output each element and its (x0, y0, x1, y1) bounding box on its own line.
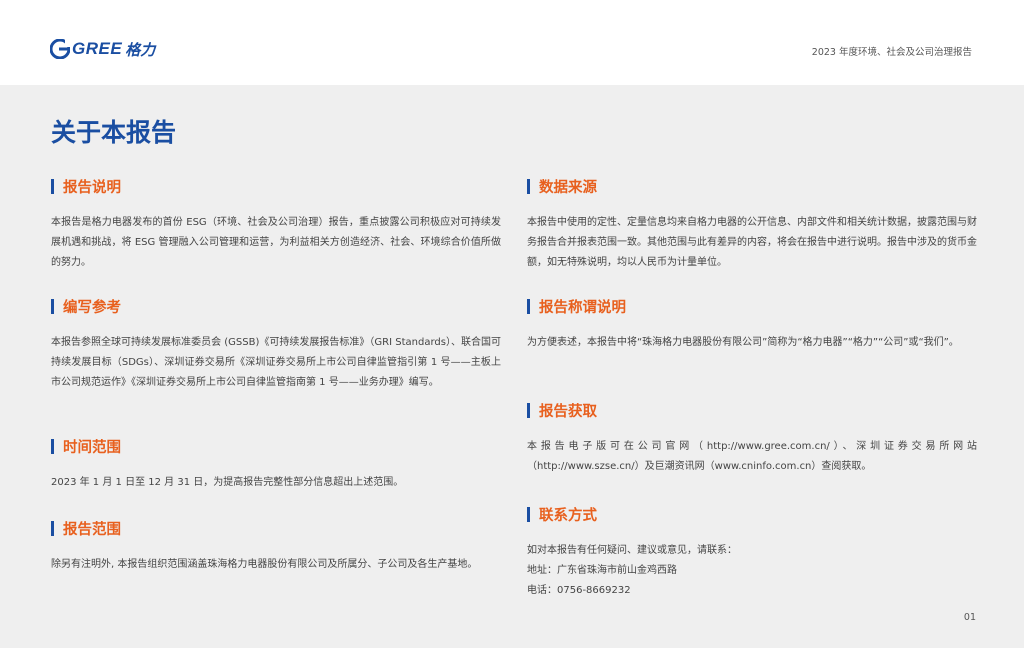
section-body: 本报告参照全球可持续发展标准委员会 (GSSB)《可持续发展报告标准》（GRI … (51, 333, 501, 393)
section-data-source: 数据来源 本报告中使用的定性、定量信息均来自格力电器的公开信息、内部文件和相关统… (527, 177, 977, 273)
section-title: 报告范围 (63, 521, 121, 538)
section-access: 报告获取 本报告电子版可在公司官网（http://www.gree.com.cn… (527, 401, 977, 477)
section-paragraph: 本报告参照全球可持续发展标准委员会 (GSSB)《可持续发展报告标准》（GRI … (51, 337, 501, 388)
section-title: 报告获取 (539, 403, 597, 420)
section-body: 本报告是格力电器发布的首份 ESG（环境、社会及公司治理）报告，重点披露公司积极… (51, 213, 501, 273)
gree-logo: GREE 格力 (50, 38, 155, 60)
heading-accent-bar (527, 402, 530, 418)
heading-accent-bar (527, 298, 530, 314)
section-title: 报告说明 (63, 179, 121, 196)
section-scope: 报告范围 除另有注明外, 本报告组织范围涵盖珠海格力电器股份有限公司及所属分、子… (51, 519, 501, 575)
section-paragraph: 除另有注明外, 本报告组织范围涵盖珠海格力电器股份有限公司及所属分、子公司及各生… (51, 559, 478, 570)
section-heading: 编写参考 (51, 297, 501, 316)
section-heading: 时间范围 (51, 437, 501, 456)
heading-accent-bar (527, 506, 530, 522)
section-time-range: 时间范围 2023 年 1 月 1 日至 12 月 31 日，为提高报告完整性部… (51, 437, 501, 493)
section-body: 为方便表述，本报告中将“珠海格力电器股份有限公司”简称为“格力电器”“格力”“公… (527, 333, 977, 353)
logo-text: GREE (72, 39, 123, 58)
contact-intro: 如对本报告有任何疑问、建议或意见，请联系： (527, 545, 737, 556)
section-paragraph: 本报告中使用的定性、定量信息均来自格力电器的公开信息、内部文件和相关统计数据，披… (527, 217, 977, 268)
section-contact: 联系方式 如对本报告有任何疑问、建议或意见，请联系： 地址：广东省珠海市前山金鸡… (527, 505, 977, 601)
gree-logo-mark-icon (50, 39, 70, 59)
section-paragraph: 2023 年 1 月 1 日至 12 月 31 日，为提高报告完整性部分信息超出… (51, 477, 404, 488)
section-heading: 联系方式 (527, 505, 977, 524)
contact-phone: 电话：0756-8669232 (527, 585, 631, 596)
section-paragraph: 本报告是格力电器发布的首份 ESG（环境、社会及公司治理）报告，重点披露公司积极… (51, 217, 501, 268)
section-title: 联系方式 (539, 507, 597, 524)
page-number: 01 (963, 612, 976, 623)
section-heading: 报告称谓说明 (527, 297, 977, 316)
section-heading: 数据来源 (527, 177, 977, 196)
heading-accent-bar (51, 520, 54, 536)
section-body: 2023 年 1 月 1 日至 12 月 31 日，为提高报告完整性部分信息超出… (51, 473, 501, 493)
section-title: 数据来源 (539, 179, 597, 196)
section-reference: 编写参考 本报告参照全球可持续发展标准委员会 (GSSB)《可持续发展报告标准》… (51, 297, 501, 393)
section-heading: 报告说明 (51, 177, 501, 196)
section-naming: 报告称谓说明 为方便表述，本报告中将“珠海格力电器股份有限公司”简称为“格力电器… (527, 297, 977, 353)
section-title: 编写参考 (63, 299, 121, 316)
section-body: 本报告电子版可在公司官网（http://www.gree.com.cn/）、深圳… (527, 437, 977, 477)
logo-text-cn: 格力 (125, 40, 156, 59)
page-title: 关于本报告 (51, 118, 177, 147)
section-paragraph: 本报告电子版可在公司官网（http://www.gree.com.cn/）、深圳… (527, 441, 977, 472)
section-title: 报告称谓说明 (539, 299, 626, 316)
section-body: 如对本报告有任何疑问、建议或意见，请联系： 地址：广东省珠海市前山金鸡西路 电话… (527, 541, 977, 601)
section-body: 本报告中使用的定性、定量信息均来自格力电器的公开信息、内部文件和相关统计数据，披… (527, 213, 977, 273)
section-paragraph: 为方便表述，本报告中将“珠海格力电器股份有限公司”简称为“格力电器”“格力”“公… (527, 337, 959, 348)
section-body: 除另有注明外, 本报告组织范围涵盖珠海格力电器股份有限公司及所属分、子公司及各生… (51, 555, 501, 575)
heading-accent-bar (51, 178, 54, 194)
heading-accent-bar (51, 298, 54, 314)
section-heading: 报告范围 (51, 519, 501, 538)
section-heading: 报告获取 (527, 401, 977, 420)
section-report-description: 报告说明 本报告是格力电器发布的首份 ESG（环境、社会及公司治理）报告，重点披… (51, 177, 501, 273)
contact-address: 地址：广东省珠海市前山金鸡西路 (527, 565, 677, 576)
report-title: 2023 年度环境、社会及公司治理报告 (811, 47, 972, 58)
heading-accent-bar (51, 438, 54, 454)
section-title: 时间范围 (63, 439, 121, 456)
page-header: GREE 格力 2023 年度环境、社会及公司治理报告 (0, 0, 1024, 85)
heading-accent-bar (527, 178, 530, 194)
